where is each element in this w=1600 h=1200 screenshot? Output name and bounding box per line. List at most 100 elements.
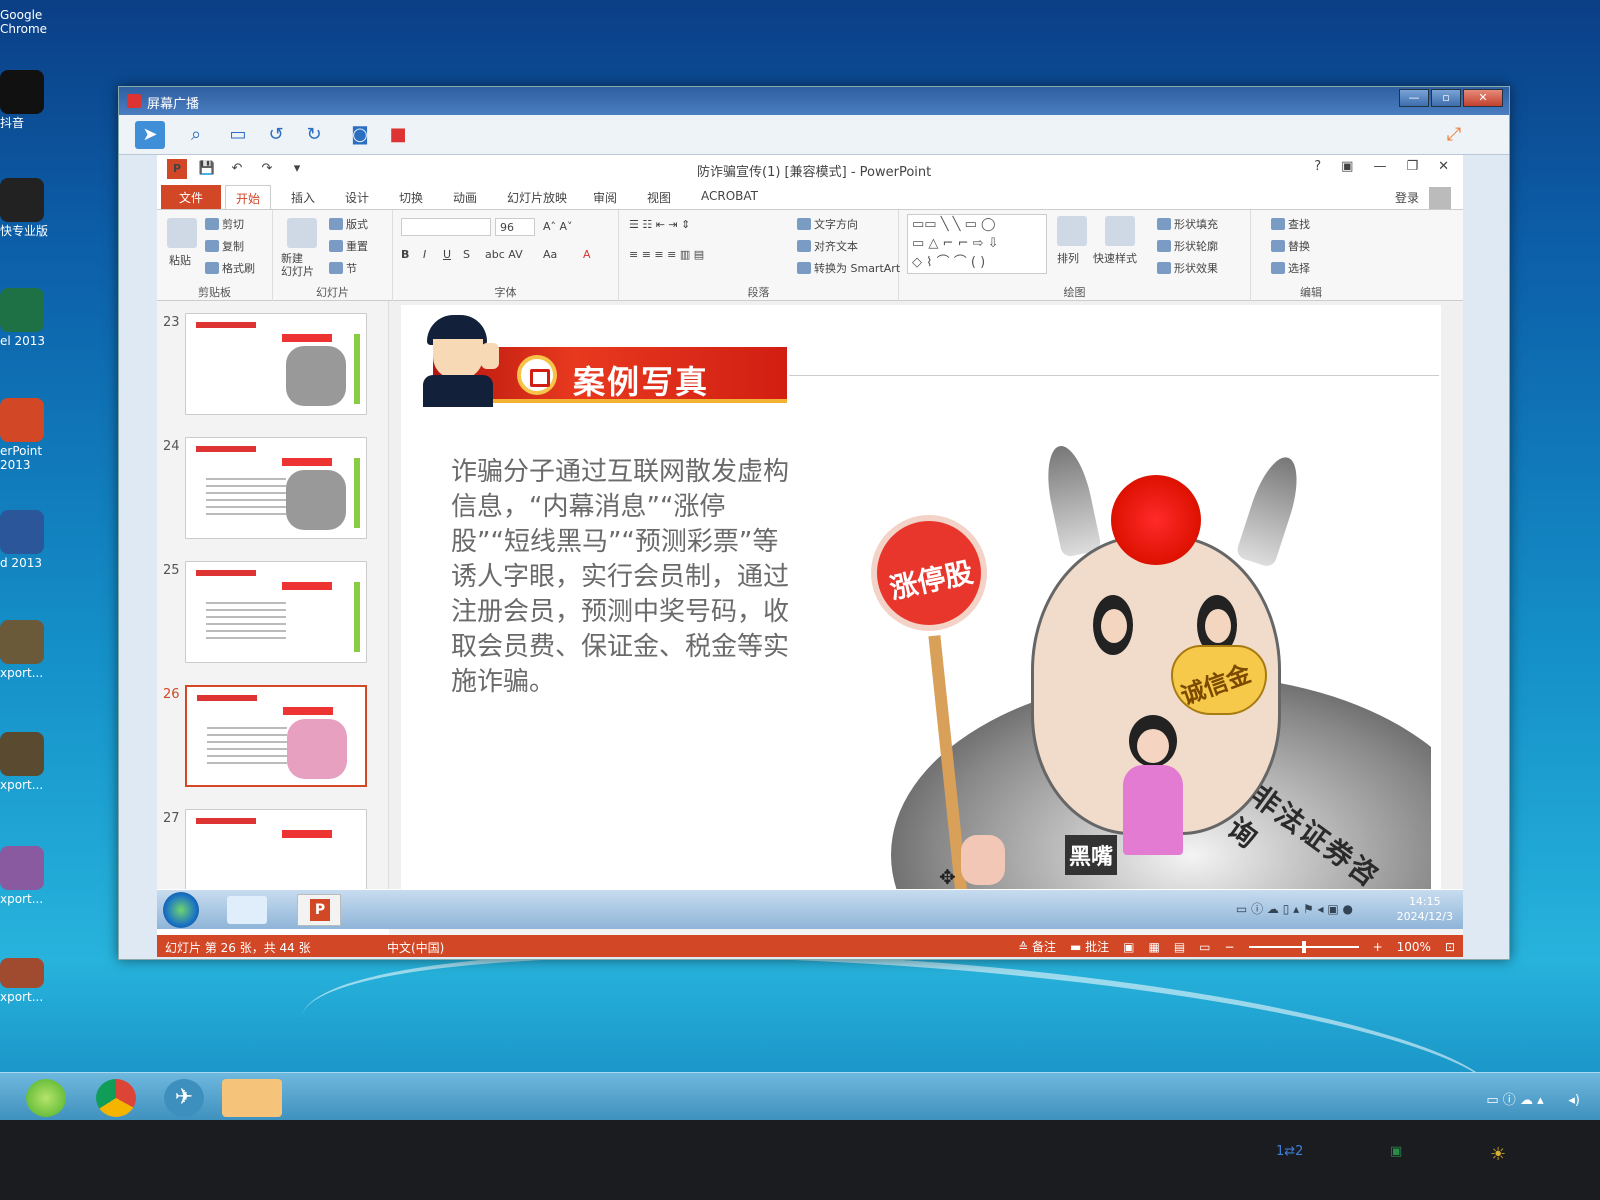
- tray-icons[interactable]: ▭ ⓘ ☁ ▯ ▴ ⚑ ◂ ▣ ●: [1236, 900, 1353, 917]
- slide[interactable]: 案例写真 诈骗分子通过互联网散发虚构信息，“内幕消息”“涨停股”“短线黑马”“预…: [401, 305, 1441, 905]
- fullscreen-icon[interactable]: ⤢: [1439, 121, 1469, 149]
- minimize-button[interactable]: —: [1399, 89, 1429, 107]
- find-button[interactable]: 查找: [1271, 216, 1310, 232]
- reset-button[interactable]: 重置: [329, 238, 368, 254]
- restore-icon[interactable]: ❐: [1406, 159, 1418, 174]
- zoom-icon[interactable]: ⌕: [181, 121, 211, 149]
- align-text-button[interactable]: 对齐文本: [797, 238, 858, 254]
- desktop-icon-export-2[interactable]: xport...: [0, 732, 60, 792]
- start-orb-icon[interactable]: [163, 892, 199, 928]
- select-button[interactable]: 选择: [1271, 260, 1310, 276]
- zoom-out-icon[interactable]: −: [1225, 940, 1235, 954]
- tab-home[interactable]: 开始: [225, 185, 272, 209]
- smartart-button[interactable]: 转换为 SmartArt: [797, 260, 900, 276]
- tab-review[interactable]: 审阅: [583, 185, 627, 209]
- change-case-button[interactable]: Aa: [543, 248, 557, 261]
- tab-insert[interactable]: 插入: [281, 185, 325, 209]
- tab-view[interactable]: 视图: [637, 185, 681, 209]
- desktop-icon-export-1[interactable]: xport...: [0, 620, 60, 680]
- record-icon[interactable]: ■: [383, 121, 413, 149]
- font-color-button[interactable]: A: [583, 248, 591, 261]
- underline-button[interactable]: U: [443, 248, 451, 261]
- slide-thumbnail-23[interactable]: [185, 313, 367, 415]
- minimize-icon[interactable]: —: [1373, 159, 1386, 174]
- slide-thumbnail-25[interactable]: [185, 561, 367, 663]
- section-button[interactable]: 节: [329, 260, 357, 276]
- text-direction-button[interactable]: 文字方向: [797, 216, 858, 232]
- input-source-icon[interactable]: 1⇄2: [1276, 1144, 1303, 1159]
- redo-icon[interactable]: ↷: [257, 159, 277, 179]
- monitor-icon[interactable]: ▭: [223, 121, 253, 149]
- zoom-slider[interactable]: [1248, 940, 1359, 953]
- format-painter-button[interactable]: 格式刷: [205, 260, 255, 276]
- undo-icon[interactable]: ↶: [227, 159, 247, 179]
- zoom-slider-knob[interactable]: [1301, 940, 1306, 953]
- desktop-icon-chrome[interactable]: Google Chrome: [0, 8, 60, 36]
- desktop-icon-word[interactable]: d 2013: [0, 510, 60, 570]
- shape-outline-button[interactable]: 形状轮廓: [1157, 238, 1218, 254]
- desktop-icon-export-3[interactable]: xport...: [0, 846, 60, 906]
- desktop-icon-capcut[interactable]: 快专业版: [0, 178, 60, 238]
- explorer-icon[interactable]: [227, 896, 267, 924]
- help-button[interactable]: ?: [1314, 159, 1321, 174]
- tab-slideshow[interactable]: 幻灯片放映: [497, 185, 577, 209]
- tab-design[interactable]: 设计: [335, 185, 379, 209]
- grow-font-icon[interactable]: A˄ A˅: [543, 220, 573, 233]
- font-name-input[interactable]: [401, 218, 491, 236]
- font-size-input[interactable]: 96: [495, 218, 535, 236]
- active-app-icon[interactable]: [222, 1079, 282, 1117]
- tab-file[interactable]: 文件: [161, 185, 221, 209]
- reading-view-icon[interactable]: ▤: [1174, 940, 1185, 954]
- close-button[interactable]: ✕: [1463, 89, 1503, 107]
- arrange-button[interactable]: 排列: [1057, 250, 1079, 266]
- ribbon-display-icon[interactable]: ▣: [1341, 159, 1353, 174]
- zoom-in-icon[interactable]: +: [1373, 940, 1383, 954]
- quick-styles-button[interactable]: 快速样式: [1093, 250, 1137, 266]
- ie-icon[interactable]: [26, 1079, 66, 1117]
- desktop-icon-douyin[interactable]: 抖音: [0, 70, 60, 130]
- slide-thumbnail-24[interactable]: [185, 437, 367, 539]
- redo-icon[interactable]: ↻: [299, 121, 329, 149]
- cut-button[interactable]: 剪切: [205, 216, 244, 232]
- customize-icon[interactable]: ▾: [287, 159, 307, 179]
- fit-slide-icon[interactable]: ⊡: [1445, 940, 1455, 954]
- camera-icon[interactable]: ◙: [345, 121, 375, 149]
- save-icon[interactable]: 💾: [197, 159, 217, 179]
- language-indicator[interactable]: 中文(中国): [387, 939, 444, 956]
- zoom-level[interactable]: 100%: [1397, 940, 1431, 954]
- shape-effects-button[interactable]: 形状效果: [1157, 260, 1218, 276]
- replace-button[interactable]: 替换: [1271, 238, 1310, 254]
- taskbar-powerpoint-button[interactable]: [297, 894, 341, 926]
- desktop-icon-excel[interactable]: el 2013: [0, 288, 60, 348]
- avatar[interactable]: [1429, 187, 1451, 209]
- undo-icon[interactable]: ↺: [261, 121, 291, 149]
- layout-button[interactable]: 版式: [329, 216, 368, 232]
- bullets-icon[interactable]: ☰ ☷ ⇤ ⇥ ⇕: [629, 218, 690, 231]
- window-titlebar[interactable]: 屏幕广播 — ▫ ✕: [119, 87, 1509, 115]
- new-slide-button[interactable]: 新建 幻灯片: [281, 252, 314, 278]
- paste-button[interactable]: 粘贴: [169, 252, 191, 268]
- copy-button[interactable]: 复制: [205, 238, 244, 254]
- desktop-icon-powerpoint[interactable]: erPoint 2013: [0, 398, 60, 472]
- desktop-icon-export-4[interactable]: xport...: [0, 958, 60, 1004]
- clock[interactable]: 14:15 2024/12/3: [1397, 894, 1453, 924]
- login-link[interactable]: 登录: [1395, 189, 1419, 206]
- bird-app-icon[interactable]: ✈: [164, 1079, 204, 1117]
- pointer-icon[interactable]: ➤: [135, 121, 165, 149]
- tab-transitions[interactable]: 切换: [389, 185, 433, 209]
- char-spacing-button[interactable]: abc AV: [485, 248, 523, 261]
- slide-thumbnail-26[interactable]: [185, 685, 367, 787]
- bold-button[interactable]: B: [401, 248, 409, 261]
- shape-fill-button[interactable]: 形状填充: [1157, 216, 1218, 232]
- slideshow-icon[interactable]: ▭: [1199, 940, 1210, 954]
- shapes-gallery[interactable]: ▭▭ ╲ ╲ ▭ ◯ ▭ △ ⌐ ⌐ ⇨ ⇩ ◇ ⌇ ⌒ ⌒ ( ): [907, 214, 1047, 274]
- italic-button[interactable]: I: [423, 248, 426, 261]
- chrome-icon[interactable]: [96, 1079, 136, 1117]
- strikethrough-button[interactable]: S: [463, 248, 470, 261]
- maximize-button[interactable]: ▫: [1431, 89, 1461, 107]
- brightness-icon[interactable]: ☀: [1490, 1144, 1506, 1165]
- slide-sorter-icon[interactable]: ▦: [1148, 940, 1159, 954]
- tab-animations[interactable]: 动画: [443, 185, 487, 209]
- notes-button[interactable]: ≙ 备注: [1018, 938, 1056, 955]
- tab-acrobat[interactable]: ACROBAT: [691, 185, 768, 209]
